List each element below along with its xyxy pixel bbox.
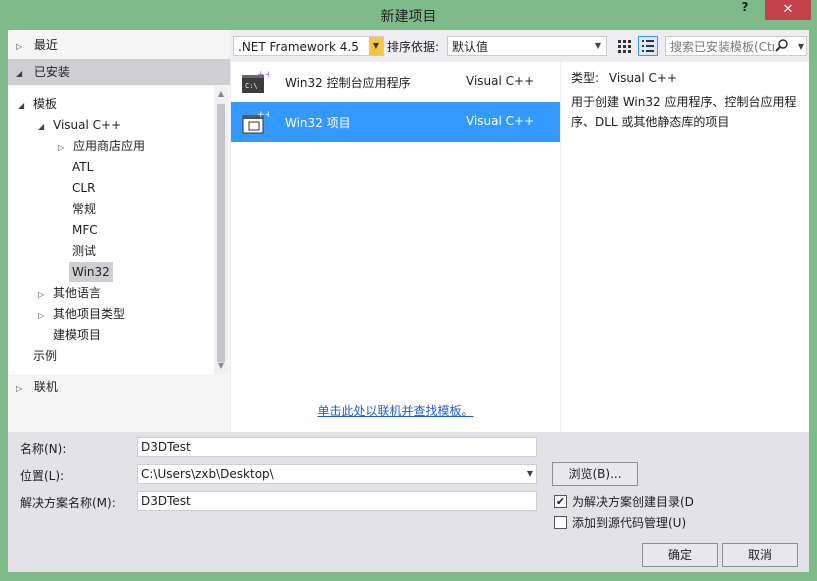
template-item-win32-project[interactable]: ++ Win32 项目 Visual C++ xyxy=(231,102,560,142)
chevron-down-icon[interactable]: ▼ xyxy=(798,37,804,57)
template-language: Visual C++ xyxy=(466,114,535,128)
title-bar: 新建项目 ? ✕ xyxy=(0,0,817,30)
sort-label: 排序依据: xyxy=(387,40,440,54)
tree-item-templates[interactable]: ◢ 模板 xyxy=(18,94,57,114)
solution-name-input[interactable]: D3DTest xyxy=(137,491,537,511)
framework-dropdown[interactable]: .NET Framework 4.5 ▼ xyxy=(233,36,384,56)
search-placeholder: 搜索已安装模板(Ctr xyxy=(670,40,777,54)
add-source-control-label: 添加到源代码管理(U) xyxy=(572,516,687,530)
tree-item-test[interactable]: 测试 xyxy=(72,241,96,261)
cancel-button[interactable]: 取消 xyxy=(722,543,798,567)
tree-item-modeling-projects[interactable]: 建模项目 xyxy=(53,325,101,345)
help-button[interactable]: ? xyxy=(735,0,755,18)
ok-button[interactable]: 确定 xyxy=(642,543,718,567)
expand-icon: ▷ xyxy=(38,311,45,320)
chevron-down-icon: ▼ xyxy=(369,37,383,55)
collapse-icon: ◢ xyxy=(16,69,23,78)
tree-item-samples[interactable]: 示例 xyxy=(33,346,57,366)
tree-item-mfc[interactable]: MFC xyxy=(72,220,98,240)
search-icon[interactable] xyxy=(774,37,792,55)
tree-item-label: 最近 xyxy=(33,38,58,52)
template-toolbar: .NET Framework 4.5 ▼ 排序依据: 默认值 ▼ 搜索已安装模板… xyxy=(230,34,809,60)
tree-item-other-project-types[interactable]: ▷ 其他项目类型 xyxy=(38,304,125,324)
create-directory-label: 为解决方案创建目录(D xyxy=(572,495,694,509)
list-view-icon[interactable] xyxy=(638,36,658,56)
template-description: 用于创建 Win32 应用程序、控制台应用程序、DLL 或其他静态库的项目 xyxy=(571,95,797,129)
tree-item-visual-cpp[interactable]: ◢ Visual C++ xyxy=(38,115,121,135)
template-name: Win32 控制台应用程序 xyxy=(285,76,411,90)
svg-text:++: ++ xyxy=(257,70,269,80)
add-source-control-checkbox[interactable] xyxy=(554,516,567,529)
template-type: 类型: Visual C++ xyxy=(571,68,799,88)
project-form: 名称(N): D3DTest 位置(L): C:\Users\zxb\Deskt… xyxy=(8,432,809,572)
svg-text:C:\: C:\ xyxy=(245,82,258,90)
template-description-panel: 类型: Visual C++ 用于创建 Win32 应用程序、控制台应用程序、D… xyxy=(561,62,809,432)
collapse-icon: ◢ xyxy=(38,122,45,131)
installed-tree: ◢ 模板 ◢ Visual C++ ▷ 应用商店应用 ATL CLR 常规 MFC 测… xyxy=(8,86,214,374)
type-label: 类型: xyxy=(571,71,600,85)
template-item-win32-console[interactable]: C:\ ++ Win32 控制台应用程序 Visual C++ xyxy=(231,62,560,102)
tree-item-other-languages[interactable]: ▷ 其他语言 xyxy=(38,283,101,303)
create-directory-checkbox[interactable]: ✔ xyxy=(554,495,567,508)
tree-item-store-apps[interactable]: ▷ 应用商店应用 xyxy=(58,136,145,156)
win32-project-icon: ++ xyxy=(241,109,272,135)
solution-name-label: 解决方案名称(M): xyxy=(20,496,116,510)
expand-icon: ▷ xyxy=(58,143,65,152)
sort-dropdown[interactable]: 默认值 ▼ xyxy=(447,36,607,56)
tree-item-online[interactable]: ▷ 联机 xyxy=(8,374,230,400)
window-title: 新建项目 xyxy=(380,9,437,25)
close-button[interactable]: ✕ xyxy=(765,0,811,20)
tree-item-general[interactable]: 常规 xyxy=(72,199,96,219)
console-app-icon: C:\ ++ xyxy=(241,69,272,95)
expand-icon: ▷ xyxy=(38,290,45,299)
framework-value: .NET Framework 4.5 xyxy=(238,40,359,54)
template-language: Visual C++ xyxy=(466,74,535,88)
chevron-down-icon[interactable]: ▼ xyxy=(527,465,533,483)
template-name: Win32 项目 xyxy=(285,116,351,130)
browse-button[interactable]: 浏览(B)... xyxy=(552,462,638,486)
tree-item-label: Visual C++ xyxy=(53,118,122,132)
template-list: C:\ ++ Win32 控制台应用程序 Visual C++ ++ Win32… xyxy=(231,62,560,432)
tree-scrollbar[interactable]: ▲ ▼ xyxy=(214,86,228,374)
tree-item-label: 模板 xyxy=(33,97,58,111)
scrollbar-thumb[interactable] xyxy=(217,104,225,362)
type-value: Visual C++ xyxy=(608,71,678,85)
tree-item-label: 联机 xyxy=(33,380,58,394)
location-combobox[interactable]: C:\Users\zxb\Desktop\ ▼ xyxy=(137,464,537,484)
expand-icon: ▷ xyxy=(16,384,23,393)
collapse-icon: ◢ xyxy=(18,101,25,110)
tree-item-label: 应用商店应用 xyxy=(73,139,146,153)
search-input[interactable]: 搜索已安装模板(Ctr ▼ xyxy=(665,36,807,56)
scroll-down-icon[interactable]: ▼ xyxy=(216,361,226,371)
name-input[interactable]: D3DTest xyxy=(137,437,537,457)
svg-text:++: ++ xyxy=(257,110,269,120)
tree-item-clr[interactable]: CLR xyxy=(72,178,95,198)
tree-item-atl[interactable]: ATL xyxy=(72,157,93,177)
tree-item-label: 其他项目类型 xyxy=(53,307,126,321)
small-icons-view-icon[interactable] xyxy=(615,37,633,55)
template-tree-panel: ▷ 最近 ◢ 已安装 ◢ 模板 ◢ Visual C++ ▷ 应用商店应用 ATL C… xyxy=(8,30,230,432)
tree-item-win32[interactable]: Win32 xyxy=(69,262,113,282)
tree-item-recent[interactable]: ▷ 最近 xyxy=(8,32,230,58)
online-templates-link[interactable]: 单击此处以联机并查找模板。 xyxy=(231,402,560,419)
scroll-up-icon[interactable]: ▲ xyxy=(216,89,226,99)
tree-item-label: 已安装 xyxy=(33,65,70,79)
expand-icon: ▷ xyxy=(16,42,23,51)
location-label: 位置(L): xyxy=(20,469,65,483)
chevron-down-icon: ▼ xyxy=(594,41,602,50)
tree-item-installed[interactable]: ◢ 已安装 xyxy=(8,59,230,85)
dialog-client: ▷ 最近 ◢ 已安装 ◢ 模板 ◢ Visual C++ ▷ 应用商店应用 ATL C… xyxy=(8,30,809,572)
tree-item-label: 其他语言 xyxy=(53,286,102,300)
sort-value: 默认值 xyxy=(452,40,489,54)
name-label: 名称(N): xyxy=(20,442,67,456)
location-value: C:\Users\zxb\Desktop\ xyxy=(141,467,274,481)
